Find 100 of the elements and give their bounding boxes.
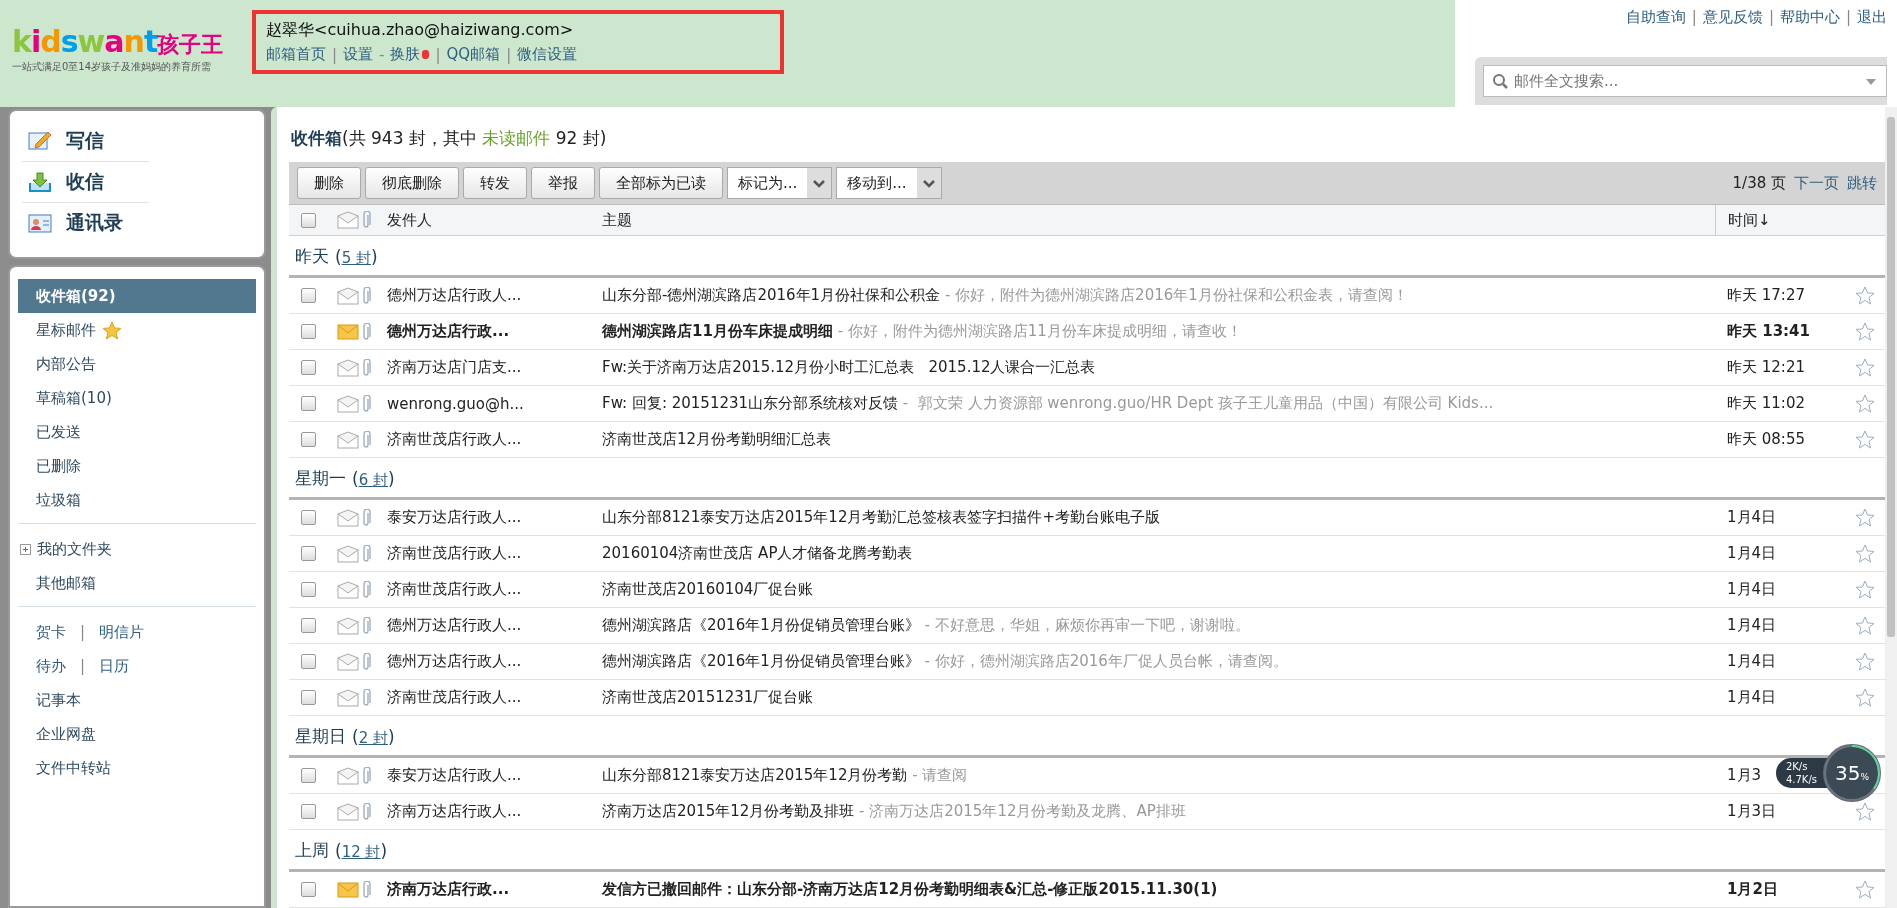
dropdown[interactable]: 标记为...	[727, 167, 833, 199]
star-icon[interactable]	[1855, 322, 1875, 341]
folder-item[interactable]: 已删除	[18, 449, 256, 483]
star-icon[interactable]	[1855, 358, 1875, 377]
dropdown[interactable]: 移动到...	[836, 167, 942, 199]
subject: 20160104济南世茂店 AP人才储备龙腾考勤表	[602, 544, 914, 563]
paren: (	[335, 841, 342, 861]
folder-item[interactable]: 星标邮件	[18, 313, 256, 347]
checkbox[interactable]	[301, 360, 316, 375]
folder-item[interactable]: 垃圾箱	[18, 483, 256, 517]
folder-item[interactable]: 收件箱(92)	[18, 279, 256, 313]
mail-row[interactable]: 济南万达店行政... 发信方已撤回邮件：山东分部-济南万达店12月份考勤明细表&汇总-修正版2015.11.30(1) 1月2日	[289, 872, 1885, 908]
subject: 山东分部-德州湖滨路店2016年1月份社保和公积金 - 你好，附件为德州湖滨路店2016年1月份社保和公积金表，请查阅！	[602, 286, 1409, 305]
mail-row[interactable]: 德州万达店行政人... 山东分部-德州湖滨路店2016年1月份社保和公积金 - 你好，附件为德州湖滨路店2016年1月份社保和公积金表，请查阅！ 昨天 17:27	[289, 278, 1885, 314]
mail-row[interactable]: 济南万达店行政人... 济南万达店2015年12月份考勤及排班 - 济南万达店2015年12月份考勤及龙腾、AP排班 1月3日	[289, 794, 1885, 830]
jump-link[interactable]: 跳转	[1847, 173, 1877, 193]
checkbox[interactable]	[301, 690, 316, 705]
folder-item[interactable]: 文件中转站	[18, 751, 256, 785]
checkbox[interactable]	[301, 804, 316, 819]
mail-row[interactable]: 济南世茂店行政人... 济南世茂店20151231厂促台账 1月4日	[289, 680, 1885, 716]
nav-link[interactable]: 设置	[343, 45, 374, 64]
checkbox[interactable]	[301, 768, 316, 783]
column-header[interactable]: 发件人	[387, 210, 602, 230]
checkbox[interactable]	[301, 432, 316, 447]
subject: 济南万达店2015年12月份考勤及排班 - 济南万达店2015年12月份考勤及龙腾、AP排班	[602, 802, 1187, 821]
star-icon[interactable]	[1855, 508, 1875, 527]
sidebar-link[interactable]: 待办	[36, 656, 66, 676]
column-header[interactable]: 主题	[602, 210, 1715, 230]
time: 1月4日	[1727, 508, 1777, 527]
star-icon[interactable]	[1855, 544, 1875, 563]
group-count-link[interactable]: 2 封	[358, 729, 388, 747]
checkbox[interactable]	[301, 288, 316, 303]
next-page-link[interactable]: 下一页	[1794, 173, 1839, 193]
sidebar-action[interactable]: 通讯录	[22, 203, 149, 243]
nav-link[interactable]: QQ邮箱	[446, 45, 501, 64]
paren: (	[335, 247, 342, 267]
group-count-link[interactable]: 12 封	[341, 843, 381, 861]
toolbar-button[interactable]: 转发	[463, 167, 527, 199]
checkbox[interactable]	[301, 510, 316, 525]
mail-row[interactable]: 济南世茂店行政人... 济南世茂店12月份考勤明细汇总表 昨天 08:55	[289, 422, 1885, 458]
nav-link[interactable]: 微信设置	[517, 45, 578, 64]
nav-link[interactable]: 意见反馈	[1702, 8, 1763, 27]
folder-item[interactable]: 其他邮箱	[18, 566, 256, 600]
mail-row[interactable]: wenrong.guo@h... Fw: 回复: 20151231山东分部系统核对反馈 - 郭文荣 人力资源部 wenrong.guo/HR Dept 孩子王儿童用品（中国）有限公司 Kids... 昨天 11:02	[289, 386, 1885, 422]
time: 1月2日	[1727, 880, 1778, 899]
column-header[interactable]: 时间↓	[1715, 205, 1845, 235]
star-icon[interactable]	[1855, 580, 1875, 599]
mail-row[interactable]: 济南世茂店行政人... 20160104济南世茂店 AP人才储备龙腾考勤表 1月4日	[289, 536, 1885, 572]
star-icon[interactable]	[1855, 286, 1875, 305]
star-icon[interactable]	[1855, 652, 1875, 671]
toolbar-button[interactable]: 全部标为已读	[599, 167, 723, 199]
toolbar-button[interactable]: 彻底删除	[365, 167, 459, 199]
scrollbar[interactable]	[1885, 107, 1897, 908]
folder-item[interactable]: 我的文件夹	[18, 532, 256, 566]
sidebar-link[interactable]: 明信片	[99, 622, 145, 642]
star-icon[interactable]	[1855, 616, 1875, 635]
mail-row[interactable]: 德州万达店行政人... 德州湖滨路店《2016年1月份促销员管理台账》 - 你好，德州湖滨路店2016年厂促人员台帐，请查阅。 1月4日	[289, 644, 1885, 680]
sidebar-action[interactable]: 写信	[22, 121, 149, 162]
nav-link[interactable]: 邮箱首页	[266, 45, 326, 64]
mail-row[interactable]: 济南万达店门店支... Fw:关于济南万达店2015.12月份小时工汇总表 2015.12人课合一汇总表 昨天 12:21	[289, 350, 1885, 386]
mail-row[interactable]: 德州万达店行政人... 德州湖滨路店《2016年1月份促销员管理台账》 - 不好意思，华姐，麻烦你再审一下吧，谢谢啦。 1月4日	[289, 608, 1885, 644]
sidebar-link[interactable]: 贺卡	[36, 622, 66, 642]
mail-row[interactable]: 泰安万达店行政人... 山东分部8121泰安万达店2015年12月考勤汇总签核表签字扫描件+考勤台账电子版 1月4日	[289, 500, 1885, 536]
checkbox[interactable]	[301, 582, 316, 597]
star-icon[interactable]	[1855, 880, 1875, 899]
folder-item[interactable]: 已发送	[18, 415, 256, 449]
checkbox[interactable]	[301, 882, 316, 897]
select-all-checkbox[interactable]	[301, 212, 316, 228]
folder-item[interactable]: 草稿箱(10)	[18, 381, 256, 415]
star-icon[interactable]	[1855, 394, 1875, 413]
checkbox[interactable]	[301, 618, 316, 633]
checkbox[interactable]	[301, 324, 316, 339]
checkbox[interactable]	[301, 654, 316, 669]
nav-link[interactable]: 换肤	[390, 45, 430, 64]
mail-row[interactable]: 济南世茂店行政人... 济南世茂店20160104厂促台账 1月4日	[289, 572, 1885, 608]
toolbar-button[interactable]: 删除	[297, 167, 361, 199]
checkbox[interactable]	[301, 546, 316, 561]
search-field[interactable]: 邮件全文搜索...	[1483, 65, 1887, 97]
sender-name: 济南万达店行政人...	[387, 802, 523, 821]
folder-item[interactable]: 内部公告	[18, 347, 256, 381]
toolbar-button[interactable]: 举报	[531, 167, 595, 199]
star-icon[interactable]	[1855, 430, 1875, 449]
sidebar-action[interactable]: 收信	[22, 162, 149, 203]
group-count-link[interactable]: 5 封	[341, 249, 371, 267]
paren: )	[387, 727, 395, 747]
logo-wordmark: kidswant	[12, 24, 158, 59]
subject: Fw:关于济南万达店2015.12月份小时工汇总表 2015.12人课合一汇总表	[602, 358, 1097, 377]
nav-link[interactable]: 自助查询	[1625, 8, 1686, 27]
folder-item[interactable]: 企业网盘	[18, 717, 256, 751]
star-icon[interactable]	[1855, 688, 1875, 707]
nav-link[interactable]: 退出	[1857, 8, 1887, 27]
group-count-link[interactable]: 6 封	[358, 471, 388, 489]
paperclip-icon	[362, 802, 372, 821]
upload-speed: 2K/s	[1785, 761, 1809, 772]
sidebar-link[interactable]: 日历	[99, 656, 130, 676]
star-icon[interactable]	[1855, 802, 1875, 821]
folder-item[interactable]: 记事本	[18, 683, 256, 717]
mail-row[interactable]: 德州万达店行政... 德州湖滨路店11月份车床提成明细 - 你好，附件为德州湖滨路店11月份车床提成明细，请查收！ 昨天 13:41	[289, 314, 1885, 350]
nav-link[interactable]: 帮助中心	[1779, 8, 1840, 27]
checkbox[interactable]	[301, 396, 316, 411]
